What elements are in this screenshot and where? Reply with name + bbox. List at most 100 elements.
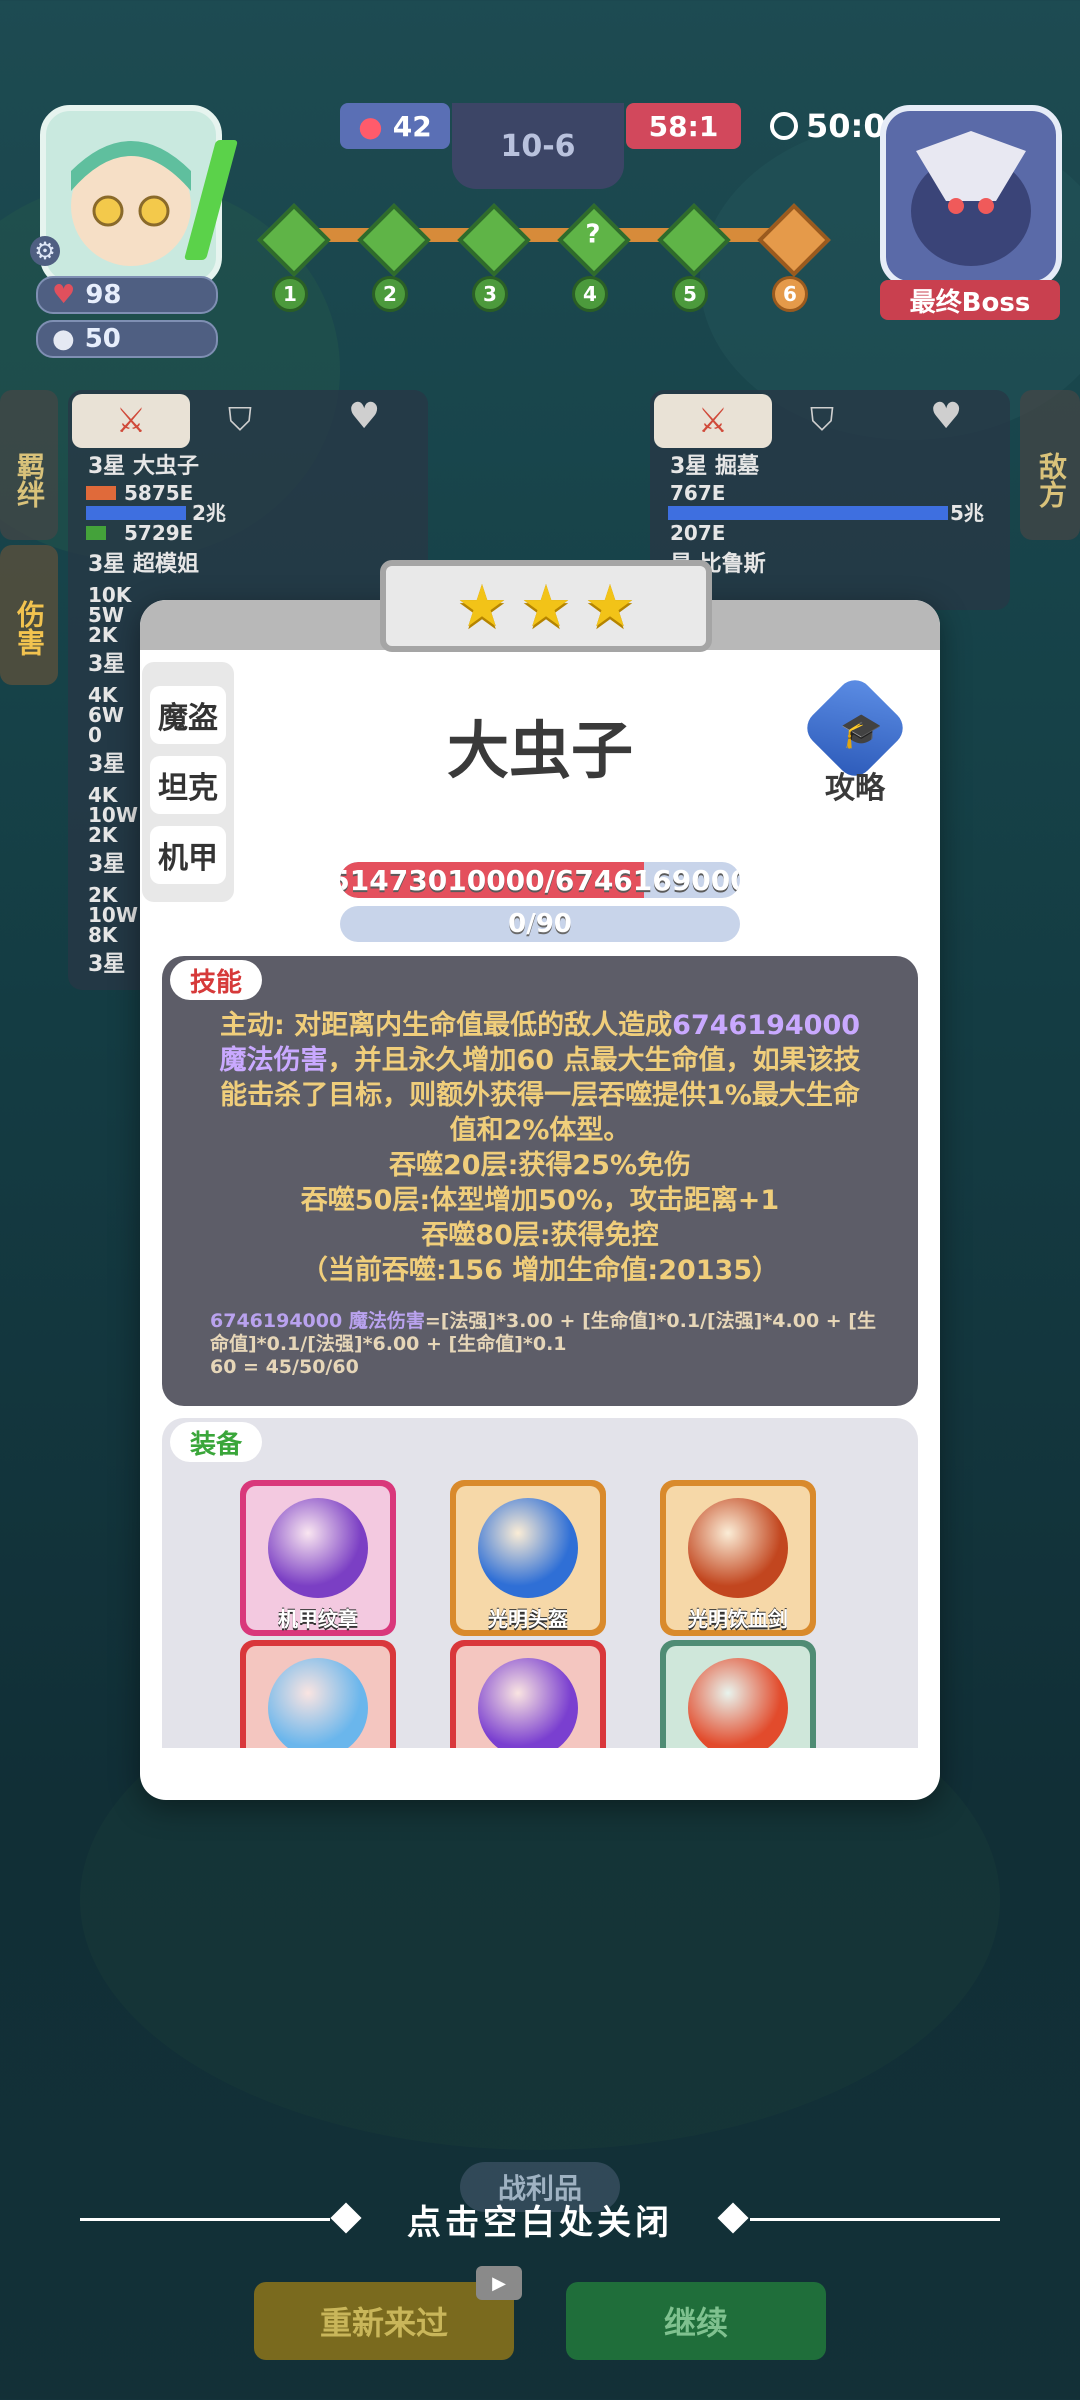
stage-mystery-label: ? xyxy=(585,219,601,250)
tab-enemy[interactable]: 敌方 xyxy=(1020,390,1080,540)
tab-damage-label: 伤害 xyxy=(13,599,46,656)
role-tag[interactable]: 坦克 xyxy=(150,756,226,814)
ally-unit-value: 5729E xyxy=(124,521,194,545)
video-ad-icon: ▶ xyxy=(476,2266,522,2300)
equipment-slot[interactable]: 机甲纹章 xyxy=(240,1480,396,1636)
star-icon: ★ xyxy=(584,572,636,640)
role-tag[interactable]: 魔盗 xyxy=(150,686,226,744)
stage-number: 2 xyxy=(372,276,408,312)
equipment-item-icon xyxy=(268,1658,368,1748)
ally-unit-value: 2K xyxy=(88,623,118,647)
skill-line: 魔法伤害，并且永久增加60 点最大生命值，如果该技 xyxy=(202,1043,878,1078)
skill-highlight: 6746194000 xyxy=(672,1010,861,1041)
ally-unit-title: 3星 xyxy=(88,852,126,877)
equipment-name: 光明头盔 xyxy=(488,1607,568,1631)
settings-gear-icon[interactable]: ⚙ xyxy=(30,236,60,266)
equipment-name: 光明饮血剑 xyxy=(688,1607,788,1631)
skill-line: 主动: 对距离内生命值最低的敌人造成6746194000 xyxy=(202,1008,878,1043)
score-value: 58:1 xyxy=(648,109,719,143)
equipment-slot[interactable] xyxy=(240,1640,396,1748)
ally-unit-value: 2K xyxy=(88,823,118,847)
enemy-heal-bar xyxy=(668,506,948,520)
skill-description: 主动: 对距离内生命值最低的敌人造成6746194000 魔法伤害，并且永久增加… xyxy=(202,1008,878,1288)
equipment-slot[interactable] xyxy=(450,1640,606,1748)
stage-number: 1 xyxy=(272,276,308,312)
star-icon: ★ xyxy=(456,572,508,640)
equipment-item-icon xyxy=(688,1498,788,1598)
formula-text: 60 = 45/50/60 xyxy=(210,1356,359,1378)
continue-button-label: 继续 xyxy=(663,2304,728,2342)
clock-icon xyxy=(770,112,798,140)
ally-unit-title: 3星 xyxy=(88,752,126,777)
equipment-item-icon xyxy=(478,1658,578,1748)
tab-synergy[interactable]: 羁绊 xyxy=(0,390,58,540)
heart-icon: ♥ xyxy=(52,280,76,310)
ally-unit-title: 3星 xyxy=(88,652,126,677)
skill-text: ，并且永久增加60 点最大生命值，如果该技 xyxy=(327,1045,861,1076)
continue-button[interactable]: 继续 xyxy=(566,2282,826,2360)
hero-star-rating: ★ ★ ★ xyxy=(380,560,712,652)
tab-enemy-label: 敌方 xyxy=(1035,452,1068,508)
timer-value: 50:0 xyxy=(806,107,886,145)
enemy-unit-value: 5兆 xyxy=(950,501,984,525)
equipment-slot[interactable]: 光明头盔 xyxy=(450,1480,606,1636)
skill-line: 值和2%体型。 xyxy=(449,1115,631,1146)
equipment-tag: 装备 xyxy=(170,1422,263,1462)
stage-indicator: 10-6 xyxy=(452,103,624,189)
stage-number: 6 xyxy=(772,276,808,312)
skill-tag: 技能 xyxy=(170,960,263,1000)
heart-filter-icon[interactable]: ♥ xyxy=(930,396,962,437)
ally-count-value: 42 xyxy=(392,109,432,143)
divider-line-right xyxy=(750,2218,1000,2221)
equipment-item-icon xyxy=(268,1498,368,1598)
shield-filter-icon[interactable]: ⛉ xyxy=(228,400,252,439)
tab-damage[interactable]: 伤害 xyxy=(0,545,58,685)
player-hp-value: 98 xyxy=(85,280,122,310)
skill-highlight: 魔法伤害 xyxy=(219,1045,328,1076)
skill-line: （当前吞噬:156 增加生命值:20135） xyxy=(300,1255,780,1286)
hero-name: 大虫子 xyxy=(446,714,633,787)
skill-line: 吞噬50层:体型增加50%，攻击距离+1 xyxy=(300,1185,780,1216)
boss-portrait-image xyxy=(911,131,1031,266)
heart-filter-icon[interactable]: ♥ xyxy=(348,396,380,437)
skill-panel: 技能 主动: 对距离内生命值最低的敌人造成6746194000 魔法伤害，并且永… xyxy=(162,956,918,1406)
player-hp-pill: ♥ 98 xyxy=(36,276,218,314)
player-coins-value: 50 xyxy=(84,324,121,354)
coin-icon: ● xyxy=(52,324,75,354)
ally-unit-value: 0 xyxy=(88,723,102,747)
ally-damage-bar xyxy=(86,486,116,500)
ally-unit-value: 8K xyxy=(88,923,118,947)
equipment-slot[interactable]: 光明饮血剑 xyxy=(660,1480,816,1636)
boss-avatar[interactable] xyxy=(880,105,1062,287)
ally-unit-value: 5875E xyxy=(124,481,194,505)
equipment-panel: 装备 机甲纹章 光明头盔 光明饮血剑 xyxy=(162,1418,918,1748)
equipment-slot[interactable] xyxy=(660,1640,816,1748)
hero-hp-bar: 51473010000/6746169000 xyxy=(340,862,740,898)
sword-filter-tab[interactable]: ⚔ xyxy=(72,394,190,448)
formula-highlight: 6746194000 魔法伤害 xyxy=(210,1310,425,1332)
retry-button[interactable]: 重新来过 ▶ xyxy=(254,2266,522,2360)
star-icon: ★ xyxy=(520,572,572,640)
stage-number: 5 xyxy=(672,276,708,312)
ally-unit-value: 2兆 xyxy=(192,501,226,525)
hero-mana-bar: 0/90 xyxy=(340,906,740,942)
stage-number: 4 xyxy=(572,276,608,312)
ally-heal-bar xyxy=(86,506,186,520)
guide-button[interactable]: 🎓 攻略 xyxy=(799,672,911,806)
enemy-unit-title: 3星 掘墓 xyxy=(670,454,759,479)
boss-label: 最终Boss xyxy=(880,280,1060,320)
ally-unit-title: 3星 大虫子 xyxy=(88,454,199,479)
ally-shield-bar xyxy=(86,526,106,540)
stage-value: 10-6 xyxy=(500,128,576,164)
sword-filter-tab[interactable]: ⚔ xyxy=(654,394,772,448)
skill-formula: 6746194000 魔法伤害=[法强]*3.00 + [生命值]*0.1/[法… xyxy=(210,1310,886,1379)
role-tag[interactable]: 机甲 xyxy=(150,826,226,884)
equipment-tag-label: 装备 xyxy=(190,1429,243,1460)
equipment-item-icon xyxy=(478,1498,578,1598)
boss-label-text: 最终Boss xyxy=(909,287,1031,318)
retry-button-label: 重新来过 xyxy=(319,2304,448,2342)
equipment-item-icon xyxy=(688,1658,788,1748)
guide-label: 攻略 xyxy=(825,771,885,806)
shield-filter-icon[interactable]: ⛉ xyxy=(810,400,834,439)
ally-unit-title: 3星 xyxy=(88,952,126,977)
